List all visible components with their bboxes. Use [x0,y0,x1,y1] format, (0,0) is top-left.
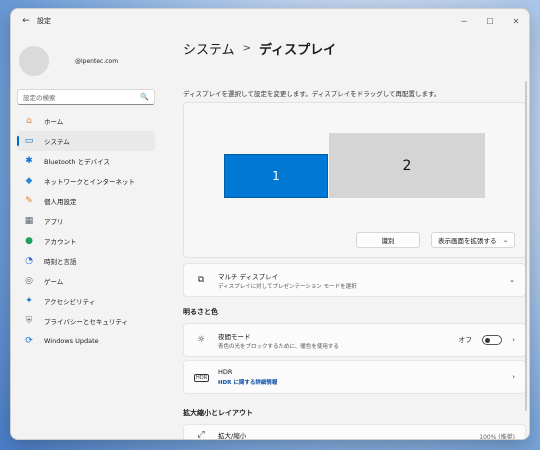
multi-display-icon: ⧉ [197,275,205,285]
sidebar-item-privacy[interactable]: ⛨ プライバシーとセキュリティ [17,311,155,331]
scale-card[interactable]: ⤢ 拡大/縮小 100% (推奨) [183,424,526,440]
shield-icon: ⛨ [25,316,33,326]
minimize-button[interactable]: ─ [451,9,477,33]
chevron-right-icon: > [242,42,252,54]
hdr-info-link[interactable]: HDR に関する詳細情報 [218,378,277,386]
apps-icon: ▦ [24,216,34,226]
sidebar-item-windows-update[interactable]: ⟳ Windows Update [17,331,155,351]
close-button[interactable]: ✕ [503,9,529,33]
multi-display-title: マルチ ディスプレイ [218,272,279,281]
hdr-title: HDR [218,368,233,376]
sidebar-item-apps[interactable]: ▦ アプリ [17,211,155,231]
sidebar-item-time-language[interactable]: ◔ 時刻と言語 [17,251,155,271]
breadcrumb: システム > ディスプレイ [183,33,519,63]
sidebar-item-personalization[interactable]: ✎ 個人用設定 [17,191,155,211]
search-input[interactable]: 設定の検索 🔍 [17,89,155,105]
sidebar-item-label: プライバシーとセキュリティ [44,318,128,326]
display-arrangement: 1 2 識別 表示画面を拡張する ⌄ [183,102,526,258]
brush-icon: ✎ [25,196,33,206]
home-icon: ⌂ [26,116,32,126]
scrollbar[interactable] [525,81,527,411]
night-mode-card[interactable]: ☼ 夜間モード 青色の光をブロックするために、暖色を使用する オフ › [183,323,526,357]
sidebar-item-home[interactable]: ⌂ ホーム [17,111,155,131]
scale-dropdown[interactable]: 100% (推奨) [479,432,515,439]
night-mode-title: 夜間モード [218,332,251,341]
gamepad-icon: ◎ [25,276,33,286]
avatar [19,46,49,76]
profile-email: @ipentec.com [75,57,119,65]
clock-icon: ◔ [25,256,33,266]
identify-button[interactable]: 識別 [356,232,420,248]
arrange-hint: ディスプレイを選択して設定を変更します。ディスプレイをドラッグして再配置します。 [183,90,441,98]
sidebar-item-system[interactable]: ▭ システム [17,131,155,151]
sidebar-item-label: 時刻と言語 [44,258,77,266]
update-icon: ⟳ [25,336,33,346]
window-title: 設定 [37,17,51,25]
sidebar: @ipentec.com 設定の検索 🔍 ⌂ ホーム ▭ システム ✱ Blue… [11,33,161,439]
section-scale-layout: 拡大縮小とレイアウト [183,409,253,417]
section-brightness-color: 明るさと色 [183,308,218,316]
chevron-right-icon: › [512,373,515,381]
sidebar-item-label: ゲーム [44,278,64,286]
scale-title: 拡大/縮小 [218,432,247,440]
bluetooth-icon: ✱ [25,156,33,166]
night-mode-state: オフ [458,336,473,344]
sidebar-item-label: ホーム [44,118,64,126]
sidebar-item-bluetooth[interactable]: ✱ Bluetooth とデバイス [17,151,155,171]
chevron-down-icon: ⌄ [502,236,508,244]
sidebar-item-label: ネットワークとインターネット [44,178,135,186]
extend-display-label: 表示画面を拡張する [438,237,497,245]
chevron-down-icon: ⌄ [509,276,515,284]
night-mode-toggle[interactable] [482,335,503,345]
account-icon: ● [25,236,33,246]
scale-icon: ⤢ [197,430,205,440]
profile[interactable]: @ipentec.com [17,39,155,83]
network-icon: ◆ [25,176,33,186]
page-title: ディスプレイ [259,42,337,58]
sun-icon: ☼ [196,335,206,345]
sidebar-item-label: アプリ [44,218,64,226]
search-placeholder: 設定の検索 [23,94,56,102]
hdr-card[interactable]: HDR HDR HDR に関する詳細情報 › [183,360,526,394]
sidebar-item-label: 個人用設定 [44,198,77,206]
sidebar-item-label: Windows Update [44,337,99,345]
hdr-badge: HDR [194,374,210,382]
sidebar-item-accounts[interactable]: ● アカウント [17,231,155,251]
window-controls: ─ ☐ ✕ [451,9,529,33]
accessibility-icon: ✦ [25,296,33,306]
back-button[interactable]: ← [17,12,35,30]
main-content: システム > ディスプレイ ディスプレイを選択して設定を変更します。ディスプレイ… [167,33,529,439]
sidebar-item-gaming[interactable]: ◎ ゲーム [17,271,155,291]
sidebar-item-label: アクセシビリティ [44,298,96,306]
monitor-2[interactable]: 2 [329,133,485,198]
hdr-icon: HDR [194,372,210,382]
monitor-1[interactable]: 1 [224,154,328,198]
sidebar-nav: ⌂ ホーム ▭ システム ✱ Bluetooth とデバイス ◆ ネットワークと… [17,111,155,351]
multi-display-subtitle: ディスプレイに対してプレゼンテーション モードを選択 [218,283,357,290]
system-icon: ▭ [24,136,34,146]
settings-window: ← 設定 ─ ☐ ✕ @ipentec.com 設定の検索 🔍 ⌂ ホーム ▭ … [10,8,530,440]
sidebar-item-label: アカウント [44,238,77,246]
maximize-button[interactable]: ☐ [477,9,503,33]
breadcrumb-parent[interactable]: システム [183,39,235,58]
search-icon: 🔍 [140,93,149,101]
sidebar-item-accessibility[interactable]: ✦ アクセシビリティ [17,291,155,311]
sidebar-item-label: Bluetooth とデバイス [44,158,110,166]
title-bar: ← 設定 ─ ☐ ✕ [11,9,529,33]
night-mode-subtitle: 青色の光をブロックするために、暖色を使用する [218,343,339,350]
sidebar-item-network[interactable]: ◆ ネットワークとインターネット [17,171,155,191]
extend-display-dropdown[interactable]: 表示画面を拡張する ⌄ [431,232,515,248]
sidebar-item-label: システム [44,138,70,146]
multi-display-card[interactable]: ⧉ マルチ ディスプレイ ディスプレイに対してプレゼンテーション モードを選択 … [183,263,526,297]
chevron-right-icon: › [512,336,515,344]
